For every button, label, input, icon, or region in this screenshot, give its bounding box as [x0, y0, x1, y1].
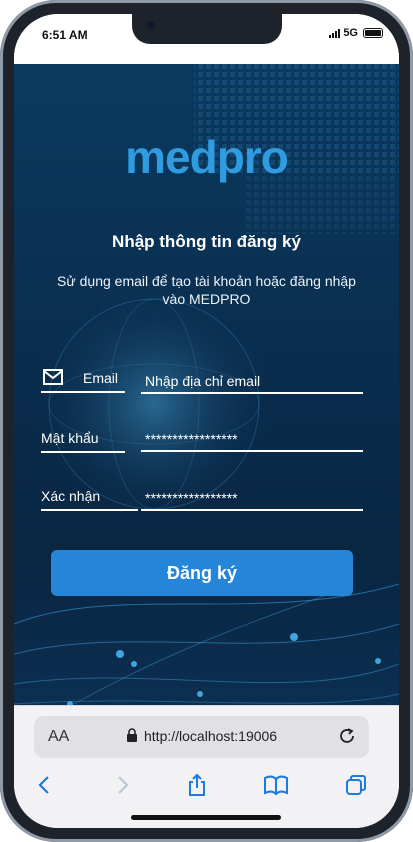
confirm-label: Xác nhận	[41, 487, 138, 511]
signal-icon	[329, 28, 341, 38]
register-button[interactable]: Đăng ký	[51, 550, 353, 596]
battery-icon	[363, 28, 383, 38]
url-text: http://localhost:19006	[144, 728, 278, 744]
home-indicator	[131, 815, 281, 820]
text-size-button[interactable]: AA	[48, 728, 69, 746]
front-camera	[147, 21, 155, 29]
email-label: Email	[41, 369, 125, 393]
password-input[interactable]	[141, 428, 363, 452]
page-subtitle: Sử dụng email để tạo tài khoản hoặc đăng…	[57, 273, 356, 307]
tabs-icon[interactable]	[343, 772, 369, 798]
back-icon[interactable]	[32, 772, 58, 798]
confirm-password-input[interactable]	[141, 487, 363, 511]
register-screen: medpro Nhập thông tin đăng ký Sử dụng em…	[14, 64, 399, 719]
password-label: Mật khẩu	[41, 429, 125, 453]
status-time: 6:51 AM	[42, 28, 88, 42]
email-input[interactable]	[141, 370, 363, 394]
page-title: Nhập thông tin đăng ký	[112, 232, 301, 251]
status-indicators: 5G	[329, 27, 383, 39]
share-icon[interactable]	[184, 772, 210, 798]
address-bar[interactable]: AA http://localhost:19006	[34, 716, 369, 758]
email-label-text: Email	[83, 370, 119, 386]
phone-screen: 6:51 AM 5G medpro Nhập thông tin đăng ký…	[14, 14, 399, 828]
reload-icon[interactable]	[337, 726, 357, 746]
network-label: 5G	[343, 27, 358, 39]
forward-icon[interactable]	[109, 772, 135, 798]
mail-icon	[43, 369, 63, 385]
bookmarks-icon[interactable]	[263, 772, 289, 798]
browser-bar: AA http://localhost:19006	[14, 705, 399, 828]
medpro-logo: medpro	[125, 131, 289, 183]
phone-frame: 6:51 AM 5G medpro Nhập thông tin đăng ký…	[0, 0, 413, 842]
lock-icon	[127, 728, 137, 742]
status-bar: 6:51 AM 5G	[14, 14, 399, 64]
notch	[132, 14, 282, 44]
